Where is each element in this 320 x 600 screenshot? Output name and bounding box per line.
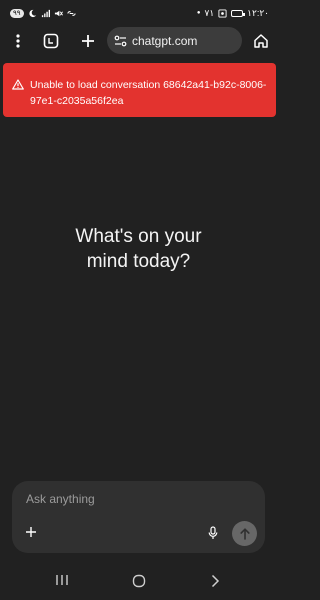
screenshot-icon <box>218 8 227 18</box>
chevron-right-icon <box>211 574 220 588</box>
prompt-input-placeholder[interactable]: Ask anything <box>26 492 95 506</box>
page-headline: What's on your mind today? <box>0 224 277 274</box>
mute-icon <box>54 10 63 16</box>
error-banner: Unable to load conversation 68642a41-b92… <box>3 63 276 117</box>
warning-icon <box>12 79 24 90</box>
error-message: Unable to load conversation 68642a41-b92… <box>30 79 267 107</box>
status-right: ● ٧١ ١٢:٢٠ <box>197 8 269 19</box>
arrow-up-icon <box>239 527 250 540</box>
signal-label: ٧١ <box>204 7 215 18</box>
plus-icon <box>82 35 94 47</box>
message-composer[interactable]: Ask anything <box>12 481 265 553</box>
dot-icon: ● <box>196 10 201 16</box>
headline-line-1: What's on your <box>75 226 202 247</box>
home-button[interactable] <box>251 31 271 51</box>
plus-icon <box>26 527 36 537</box>
tab-switcher-icon <box>43 33 59 49</box>
signal-icon <box>41 9 50 17</box>
status-left: ٩٩ <box>10 8 76 18</box>
tune-icon[interactable] <box>114 35 127 47</box>
new-tab-button[interactable] <box>78 31 98 51</box>
moon-icon <box>28 9 36 17</box>
tab-switcher-button[interactable] <box>42 32 60 50</box>
system-nav-bar <box>0 568 277 596</box>
clock: ١٢:٢٠ <box>247 7 269 18</box>
more-menu-button[interactable] <box>9 32 27 50</box>
microphone-icon <box>208 526 218 539</box>
back-nav-button[interactable] <box>210 574 220 588</box>
url-text[interactable]: chatgpt.com <box>132 34 197 48</box>
home-icon <box>254 34 268 48</box>
headline-line-2: mind today? <box>86 251 191 272</box>
battery-icon <box>231 9 246 17</box>
notification-badge: ٩٩ <box>10 8 24 18</box>
recent-apps-button[interactable] <box>55 574 69 586</box>
voice-input-button[interactable] <box>208 526 218 545</box>
recent-apps-icon <box>56 575 68 585</box>
status-bar: ٩٩ ● ٧١ ١٢:٢٠ <box>0 0 277 26</box>
home-circle-icon <box>132 574 146 588</box>
attach-button[interactable] <box>25 525 37 543</box>
send-button[interactable] <box>232 521 257 546</box>
browser-toolbar: chatgpt.com <box>0 26 277 56</box>
more-vert-icon <box>16 34 20 48</box>
link-icon <box>66 10 76 16</box>
home-nav-button[interactable] <box>132 574 146 588</box>
address-bar[interactable]: chatgpt.com <box>107 27 242 54</box>
